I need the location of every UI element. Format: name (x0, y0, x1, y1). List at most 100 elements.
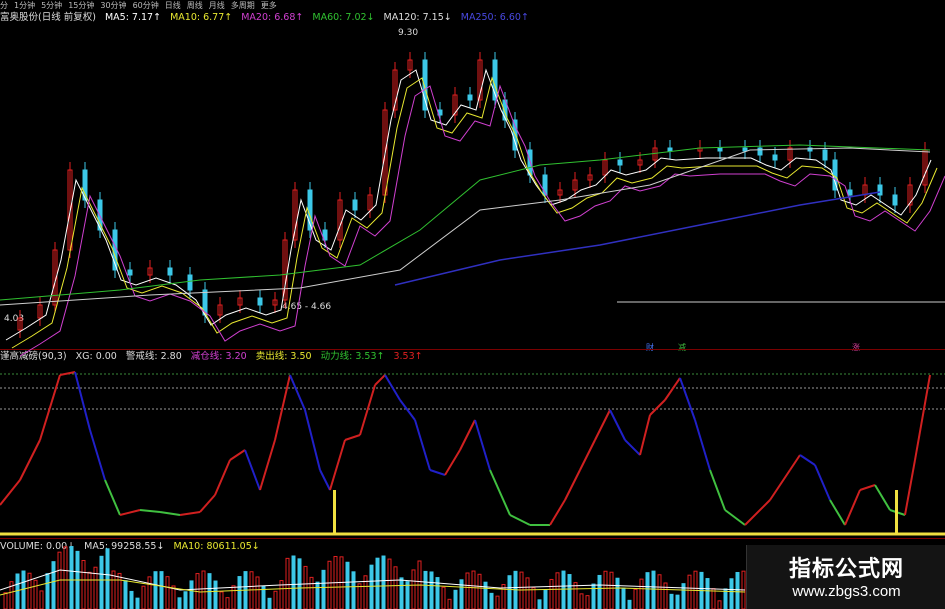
indicator-segment (214, 459, 231, 496)
volume-bar (99, 555, 104, 609)
volume-bar (567, 574, 572, 609)
volume-bar (477, 573, 482, 609)
indicator-segment (399, 399, 416, 421)
candle-body (717, 147, 723, 152)
volume-bar (675, 594, 680, 609)
volume-bar (3, 592, 8, 609)
volume-bar (603, 570, 608, 609)
volume-bar (225, 597, 230, 609)
watermark-title: 指标公式网 (788, 557, 904, 582)
indicator-segment (489, 469, 511, 516)
volume-bar (495, 595, 500, 609)
volume-bar (291, 555, 296, 609)
volume-bar (471, 570, 476, 609)
indicator-segment (549, 499, 566, 526)
volume-bar (687, 574, 692, 609)
volume-bar (165, 576, 170, 609)
volume-bar (591, 583, 596, 609)
volume-bar (111, 570, 116, 609)
volume-bar (357, 583, 362, 609)
indicator-segment (814, 464, 831, 501)
volume-bar (393, 566, 398, 609)
volume-bar (621, 587, 626, 609)
indicator-segment (329, 439, 346, 491)
indicator-segment (769, 469, 791, 501)
volume-bar (531, 587, 536, 609)
volume-bar (213, 580, 218, 609)
volume-bar (735, 571, 740, 609)
volume-bar (21, 570, 26, 609)
indicator-segment (344, 434, 361, 441)
candle-body (257, 297, 263, 306)
volume-bar (459, 579, 464, 609)
candle-body (187, 274, 193, 291)
volume-bar (315, 581, 320, 609)
volume-bar (285, 557, 290, 609)
indicator-segment (289, 374, 306, 411)
volume-bar (615, 577, 620, 609)
kline-chart[interactable] (0, 0, 945, 609)
volume-bar (669, 593, 674, 609)
volume-bar (519, 571, 524, 609)
volume-bar (327, 560, 332, 609)
volume-bar (465, 572, 470, 609)
volume-bar (87, 571, 92, 609)
indicator-segment (304, 409, 321, 471)
indicator-segment (664, 377, 681, 401)
volume-bar (39, 590, 44, 609)
volume-bar (51, 561, 56, 609)
indicator-segment (509, 514, 531, 526)
indicator-segment (429, 469, 446, 476)
indicator-segment (179, 511, 201, 516)
volume-bar (363, 575, 368, 609)
candle-body (167, 267, 173, 276)
volume-bar (309, 576, 314, 609)
candle-body (757, 147, 763, 156)
indicator-segment (259, 439, 276, 491)
volume-bar (435, 577, 440, 609)
volume-bar (27, 572, 32, 609)
indicator-segment (319, 469, 331, 491)
indicator-segment (624, 439, 641, 456)
ma60-line (0, 144, 931, 301)
indicator-segment (609, 409, 626, 441)
volume-bar (441, 586, 446, 609)
indicator-segment (874, 484, 891, 511)
indicator-segment (709, 469, 726, 511)
volume-bar (129, 590, 134, 609)
indicator-segment (859, 484, 876, 491)
indicator-segment (89, 429, 106, 481)
volume-bar (45, 573, 50, 609)
volume-bar (627, 599, 632, 609)
candle-body (467, 94, 473, 101)
volume-bar (351, 571, 356, 609)
volume-bar (147, 576, 152, 609)
volume-bar (63, 546, 68, 609)
volume-bar (159, 571, 164, 609)
volume-bar (201, 570, 206, 609)
volume-bar (177, 597, 182, 609)
indicator-segment (789, 454, 801, 471)
candle-body (892, 194, 898, 206)
volume-bar (525, 577, 530, 609)
volume-bar (33, 579, 38, 609)
volume-bar (273, 590, 278, 609)
candle-body (847, 189, 853, 196)
volume-bar (255, 576, 260, 609)
volume-bar (375, 557, 380, 609)
indicator-segment (459, 419, 476, 451)
volume-bar (657, 574, 662, 609)
volume-bar (231, 585, 236, 609)
candle-body (617, 159, 623, 166)
indicator-segment (694, 419, 711, 471)
volume-bar (15, 573, 20, 609)
indicator-segment (159, 511, 181, 516)
volume-bar (69, 546, 74, 609)
indicator-segment (724, 509, 746, 526)
volume-bar (537, 599, 542, 609)
indicator-segment (649, 399, 666, 416)
indicator-segment (374, 374, 386, 386)
volume-bar (585, 595, 590, 609)
indicator-segment (904, 459, 916, 516)
volume-bar (717, 600, 722, 609)
